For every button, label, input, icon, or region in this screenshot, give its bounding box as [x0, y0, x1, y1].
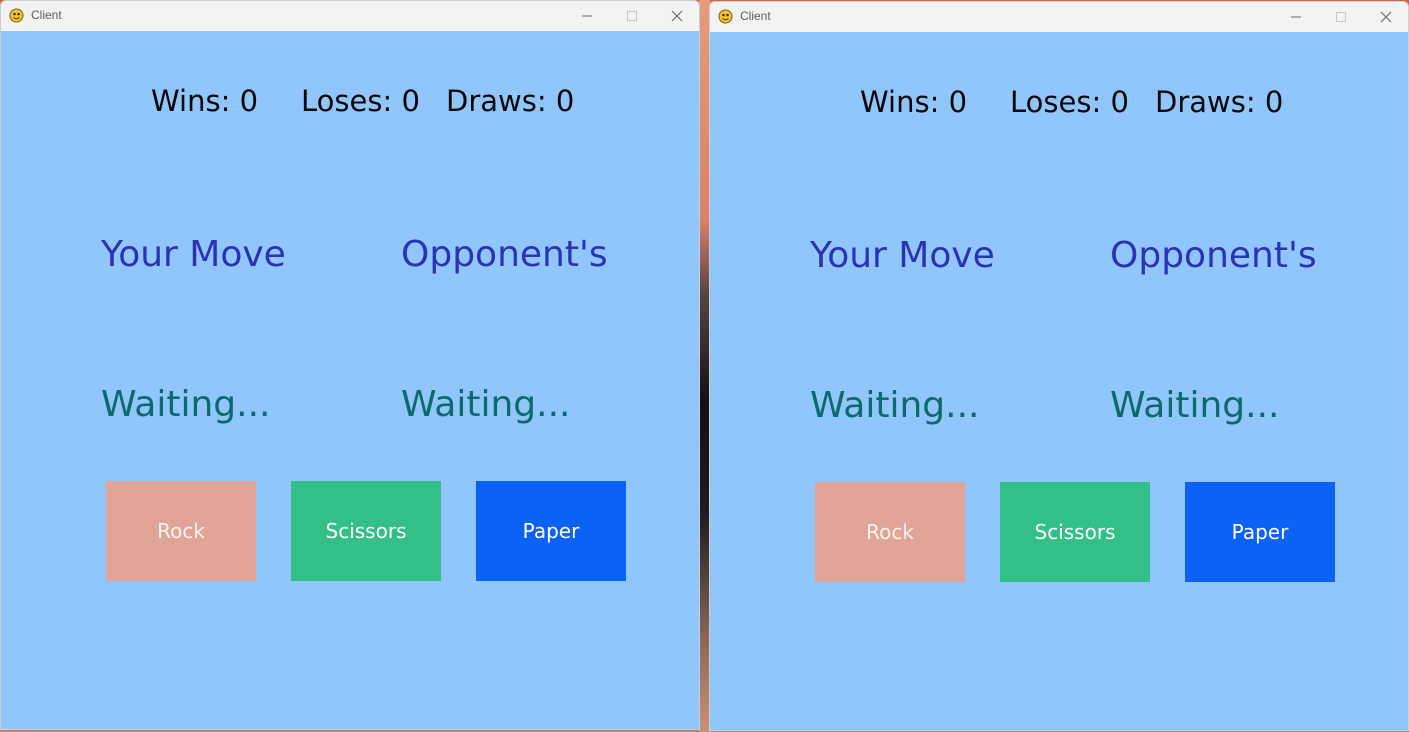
scissors-button[interactable]: Scissors	[291, 481, 441, 581]
close-icon	[671, 10, 682, 22]
close-icon	[1380, 11, 1391, 23]
close-button[interactable]	[654, 1, 699, 31]
maximize-icon	[1335, 12, 1346, 22]
rock-button[interactable]: Rock	[815, 482, 965, 582]
draws-counter: Draws: 0	[1155, 85, 1284, 119]
pygame-icon	[718, 9, 733, 24]
close-button[interactable]	[1363, 2, 1408, 32]
maximize-button[interactable]	[1318, 2, 1363, 32]
minimize-button[interactable]	[1273, 2, 1318, 32]
title-bar[interactable]: Client	[1, 1, 699, 31]
loses-counter: Loses: 0	[1010, 85, 1129, 119]
minimize-icon	[1290, 16, 1301, 18]
wins-counter: Wins: 0	[860, 85, 968, 119]
scissors-button[interactable]: Scissors	[1000, 482, 1150, 582]
your-move-status: Waiting...	[101, 384, 271, 425]
opponent-heading: Opponent's	[1110, 235, 1317, 276]
loses-counter: Loses: 0	[301, 84, 420, 118]
paper-button[interactable]: Paper	[476, 481, 626, 581]
draws-counter: Draws: 0	[446, 84, 575, 118]
window-title: Client	[31, 8, 62, 22]
opponent-heading: Opponent's	[401, 234, 608, 275]
paper-button[interactable]: Paper	[1185, 482, 1335, 582]
your-move-status: Waiting...	[810, 385, 980, 426]
your-move-heading: Your Move	[810, 235, 995, 276]
rock-button[interactable]: Rock	[106, 481, 256, 581]
game-canvas: Wins: 0 Loses: 0 Draws: 0 Your Move Oppo…	[710, 32, 1408, 730]
maximize-icon	[626, 11, 637, 21]
opponent-status: Waiting...	[1110, 385, 1280, 426]
opponent-status: Waiting...	[401, 384, 571, 425]
window-title: Client	[740, 9, 771, 23]
title-bar[interactable]: Client	[710, 2, 1408, 32]
minimize-button[interactable]	[564, 1, 609, 31]
maximize-button[interactable]	[609, 1, 654, 31]
minimize-icon	[581, 15, 592, 17]
wins-counter: Wins: 0	[151, 84, 259, 118]
game-canvas: Wins: 0 Loses: 0 Draws: 0 Your Move Oppo…	[1, 31, 699, 729]
your-move-heading: Your Move	[101, 234, 286, 275]
client-window-1: Client Wins: 0 Loses: 0 Draws: 0 Your Mo…	[0, 0, 700, 730]
client-window-2: Client Wins: 0 Loses: 0 Draws: 0 Your Mo…	[709, 1, 1409, 731]
pygame-icon	[9, 8, 24, 23]
